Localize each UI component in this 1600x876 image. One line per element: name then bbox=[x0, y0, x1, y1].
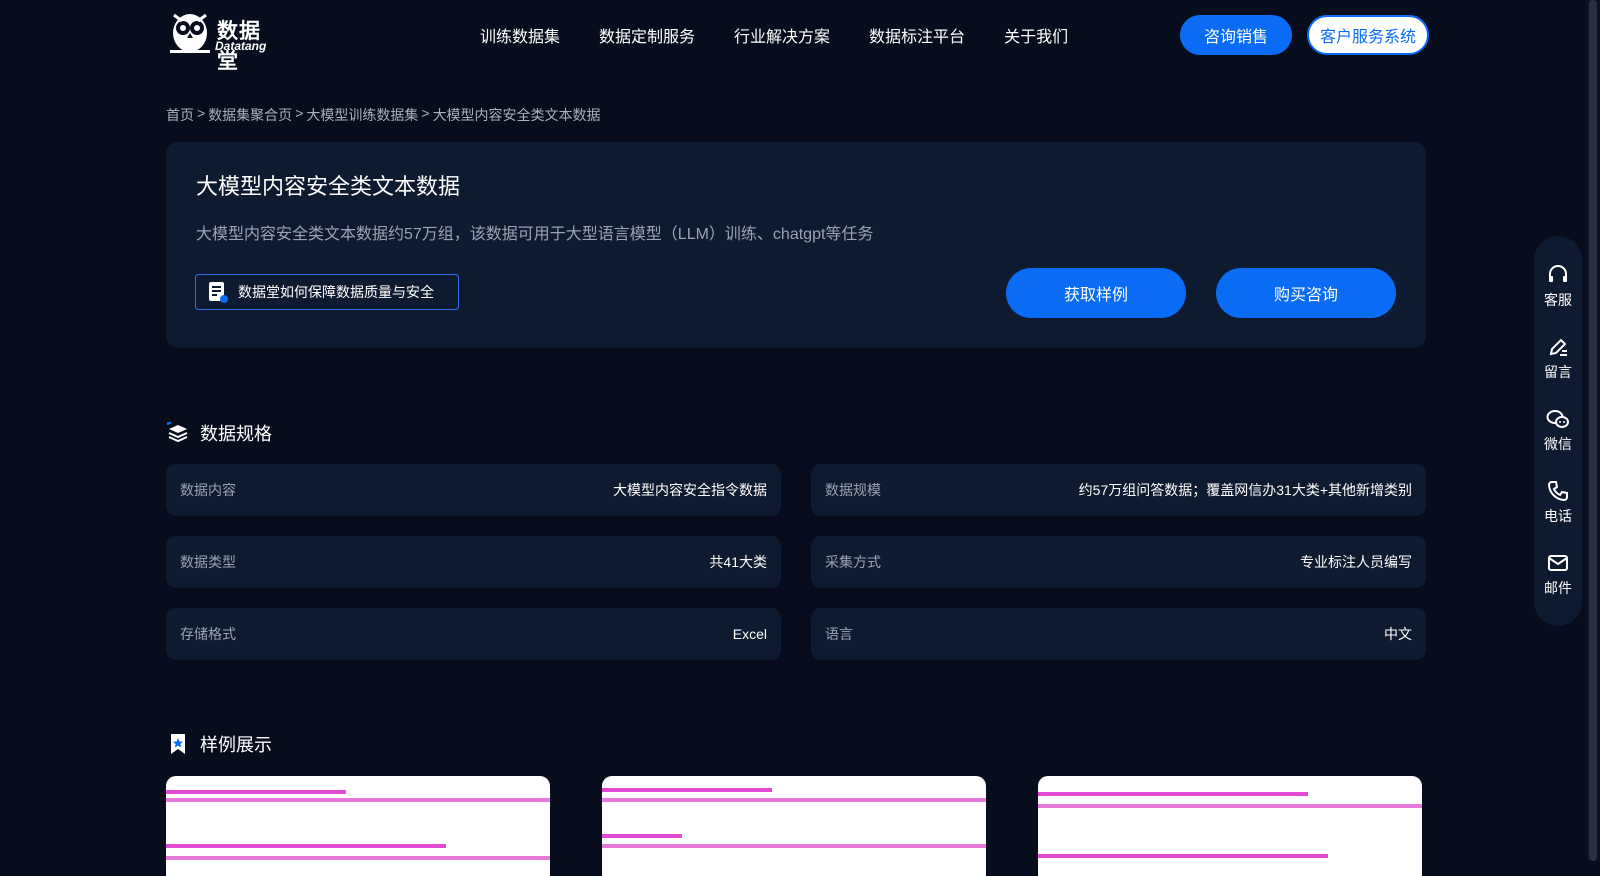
dataset-description: 大模型内容安全类文本数据约57万组，该数据可用于大型语言模型（LLM）训练、ch… bbox=[196, 226, 874, 243]
sample-image[interactable] bbox=[602, 776, 986, 876]
spec-item: 数据类型 共41大类 bbox=[166, 536, 781, 588]
spec-value: 大模型内容安全指令数据 bbox=[613, 482, 767, 498]
samples-section-header: 样例展示 bbox=[166, 731, 272, 757]
nav-industry-solutions[interactable]: 行业解决方案 bbox=[734, 23, 830, 47]
spec-label: 采集方式 bbox=[825, 554, 881, 570]
scrollbar-track[interactable] bbox=[1586, 0, 1600, 861]
float-phone[interactable]: 电话 bbox=[1534, 480, 1582, 526]
spec-value: 中文 bbox=[1384, 626, 1412, 642]
spec-value: 约57万组问答数据；覆盖网信办31大类+其他新增类别 bbox=[1078, 482, 1412, 498]
spec-value: 共41大类 bbox=[709, 554, 767, 570]
breadcrumb-separator: > bbox=[197, 105, 206, 121]
breadcrumb-separator: > bbox=[421, 105, 430, 121]
dataset-hero-card: 大模型内容安全类文本数据 大模型内容安全类文本数据约57万组，该数据可用于大型语… bbox=[166, 142, 1426, 348]
spec-label: 数据内容 bbox=[180, 482, 236, 498]
quality-security-label: 数据堂如何保障数据质量与安全 bbox=[238, 284, 434, 300]
breadcrumb-separator: > bbox=[295, 105, 304, 121]
float-label: 电话 bbox=[1544, 508, 1572, 524]
nav-about-us[interactable]: 关于我们 bbox=[1004, 23, 1068, 47]
customer-service-button[interactable]: 客户服务系统 bbox=[1307, 15, 1429, 55]
spec-value: 专业标注人员编写 bbox=[1300, 554, 1412, 570]
breadcrumb-current: 大模型内容安全类文本数据 bbox=[432, 107, 601, 123]
spec-section-title: 数据规格 bbox=[200, 424, 272, 444]
page-title: 大模型内容安全类文本数据 bbox=[196, 174, 461, 199]
mail-icon bbox=[1548, 555, 1568, 571]
spec-item: 数据规模 约57万组问答数据；覆盖网信办31大类+其他新增类别 bbox=[811, 464, 1426, 516]
spec-item: 存储格式 Excel bbox=[166, 608, 781, 660]
headset-icon bbox=[1549, 265, 1567, 282]
purchase-consult-button[interactable]: 购买咨询 bbox=[1216, 268, 1396, 318]
spec-value: Excel bbox=[732, 626, 767, 642]
float-label: 邮件 bbox=[1544, 580, 1572, 596]
get-sample-button[interactable]: 获取样例 bbox=[1006, 268, 1186, 318]
wechat-icon bbox=[1546, 410, 1569, 428]
logo-name-en: Datatang bbox=[215, 39, 267, 53]
scrollbar-thumb[interactable] bbox=[1589, 0, 1597, 861]
layers-icon bbox=[167, 422, 188, 443]
quality-security-link[interactable]: 数据堂如何保障数据质量与安全 bbox=[195, 274, 459, 310]
float-wechat[interactable]: 微信 bbox=[1534, 408, 1582, 454]
floating-contact-bar: 客服 留言 微信 电话 邮件 bbox=[1534, 236, 1582, 626]
spec-label: 数据类型 bbox=[180, 554, 236, 570]
document-shield-icon bbox=[209, 282, 228, 303]
phone-icon bbox=[1547, 481, 1568, 502]
bookmark-star-icon bbox=[171, 734, 185, 754]
spec-item: 采集方式 专业标注人员编写 bbox=[811, 536, 1426, 588]
nav-custom-data-service[interactable]: 数据定制服务 bbox=[599, 23, 695, 47]
edit-message-icon bbox=[1549, 338, 1567, 356]
nav-training-datasets[interactable]: 训练数据集 bbox=[480, 23, 560, 47]
samples-section-title: 样例展示 bbox=[200, 735, 272, 755]
logo[interactable]: 数据堂 Datatang bbox=[168, 9, 280, 73]
breadcrumb: 首页 > 数据集聚合页 > 大模型训练数据集 > 大模型内容安全类文本数据 bbox=[166, 105, 601, 125]
sample-image[interactable] bbox=[1038, 776, 1422, 876]
sample-image[interactable] bbox=[166, 776, 550, 876]
breadcrumb-home[interactable]: 首页 bbox=[166, 105, 194, 125]
spec-label: 语言 bbox=[825, 626, 853, 642]
spec-item: 语言 中文 bbox=[811, 608, 1426, 660]
spec-label: 存储格式 bbox=[180, 626, 236, 642]
float-label: 客服 bbox=[1544, 292, 1572, 308]
spec-label: 数据规模 bbox=[825, 482, 881, 498]
owl-logo-icon bbox=[170, 13, 210, 53]
float-email[interactable]: 邮件 bbox=[1534, 552, 1582, 598]
breadcrumb-dataset-hub[interactable]: 数据集聚合页 bbox=[208, 105, 292, 125]
spec-item: 数据内容 大模型内容安全指令数据 bbox=[166, 464, 781, 516]
float-customer-service[interactable]: 客服 bbox=[1534, 264, 1582, 310]
nav-annotation-platform[interactable]: 数据标注平台 bbox=[869, 23, 965, 47]
float-label: 留言 bbox=[1544, 364, 1572, 380]
spec-section-header: 数据规格 bbox=[166, 420, 272, 446]
main-nav: 训练数据集 数据定制服务 行业解决方案 数据标注平台 关于我们 bbox=[480, 23, 1068, 47]
float-leave-message[interactable]: 留言 bbox=[1534, 336, 1582, 382]
consult-sales-button[interactable]: 咨询销售 bbox=[1180, 15, 1292, 55]
breadcrumb-llm-datasets[interactable]: 大模型训练数据集 bbox=[306, 105, 418, 125]
float-label: 微信 bbox=[1544, 436, 1572, 452]
